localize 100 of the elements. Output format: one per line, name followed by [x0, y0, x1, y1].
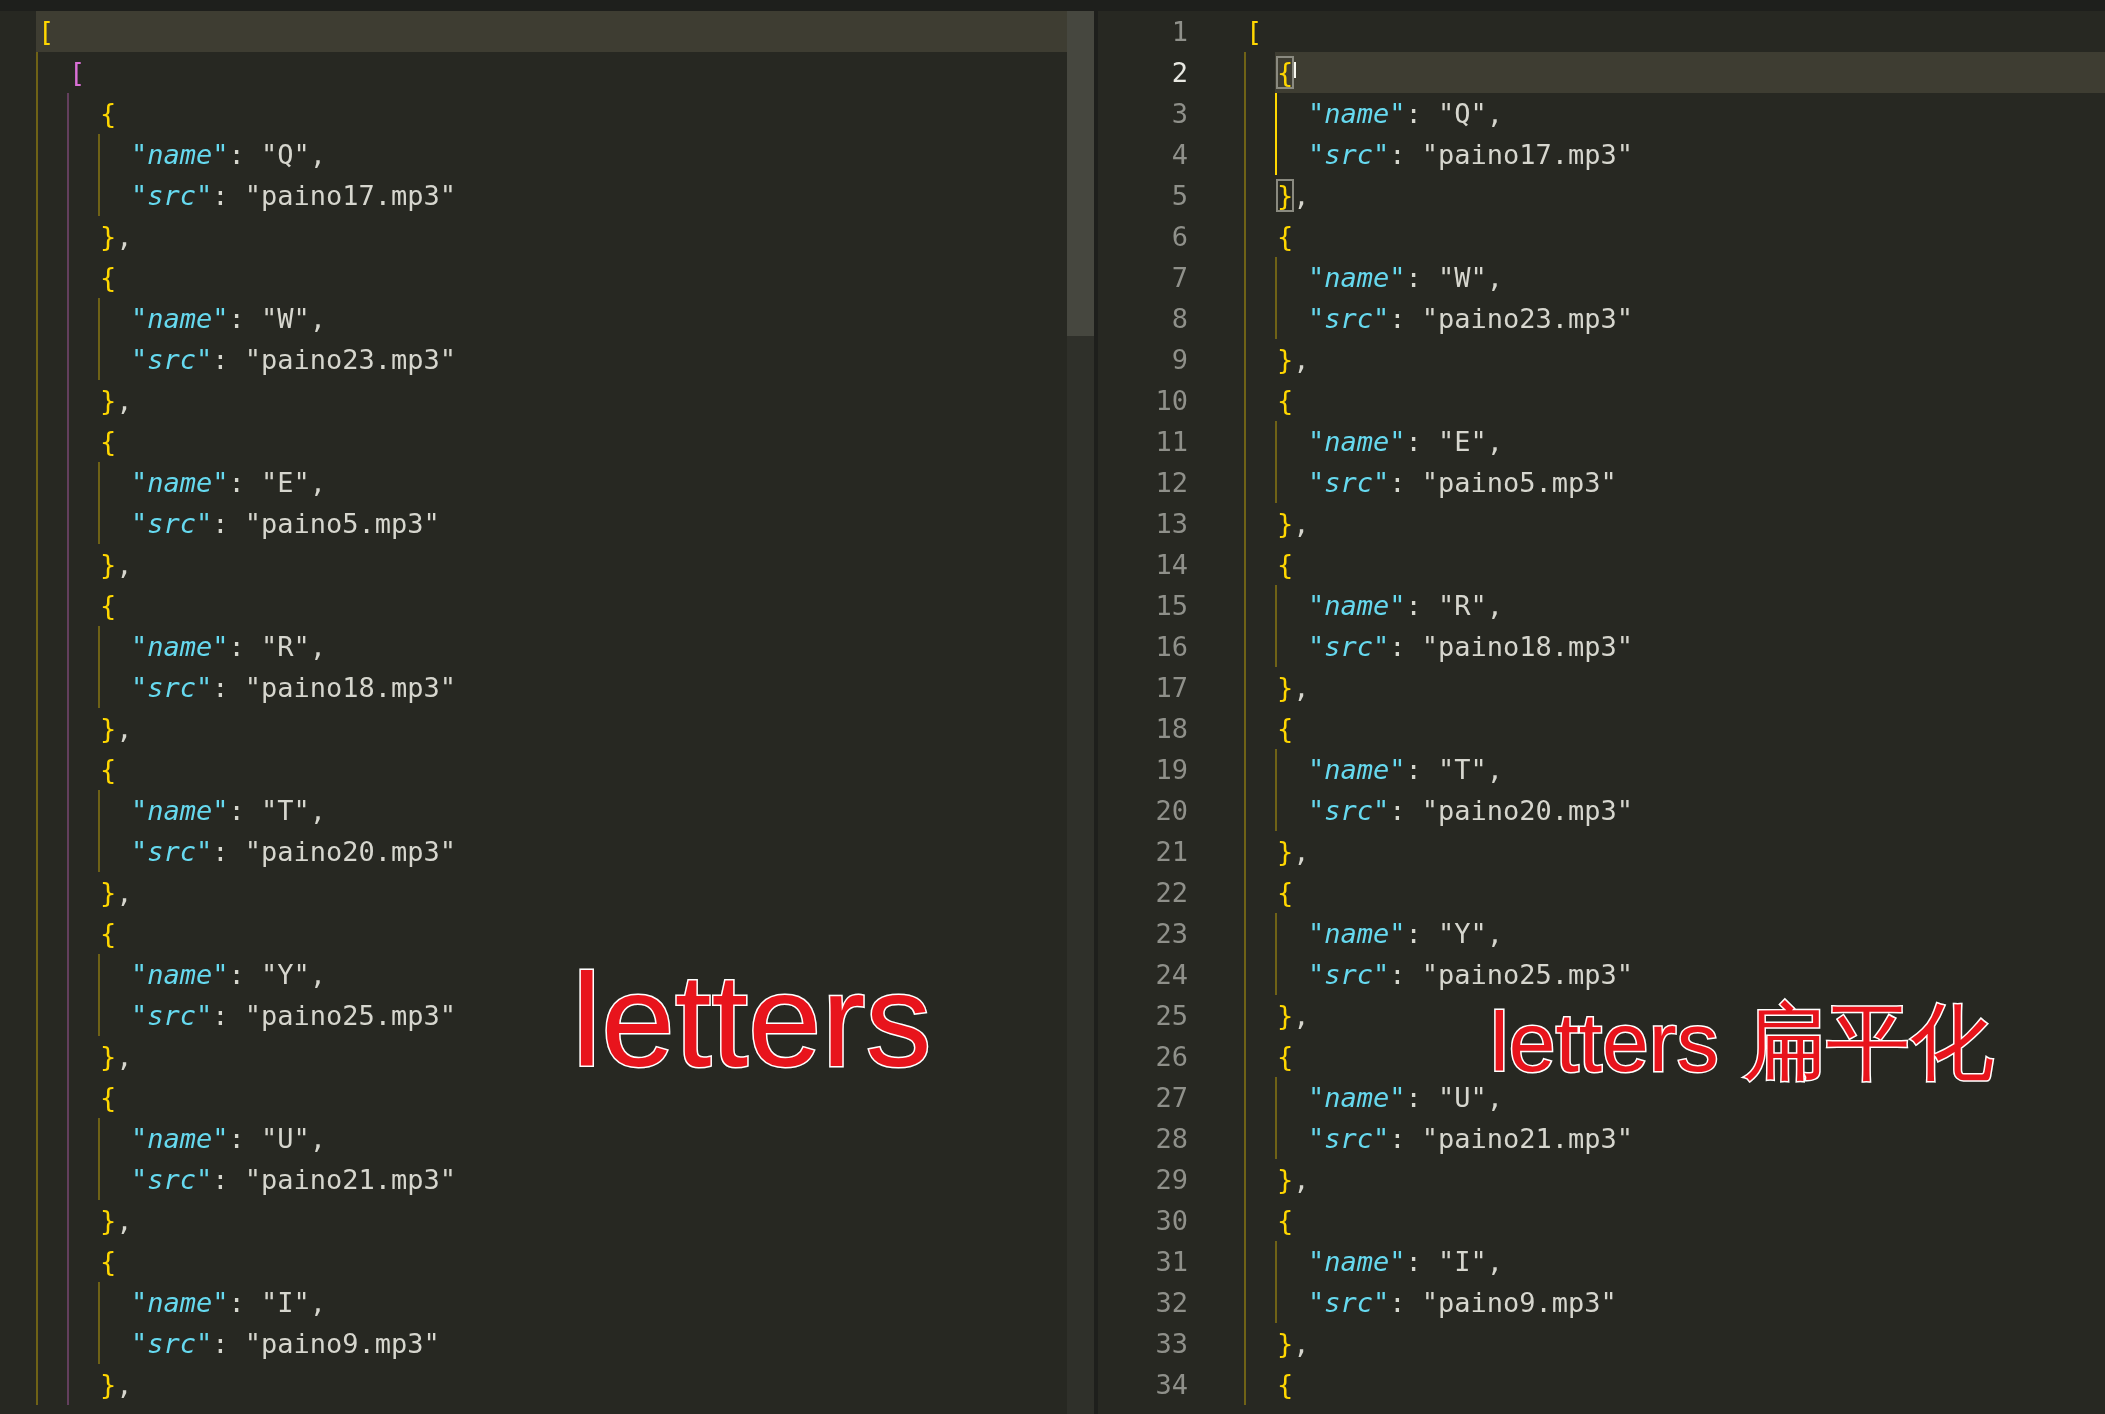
line-number: 27: [1154, 1081, 1188, 1115]
code-line: "src": "paino18.mp3": [1307, 630, 1634, 664]
code-line: },: [99, 1204, 133, 1238]
line-number: 6: [1170, 220, 1188, 254]
code-line: "src": "paino17.mp3": [130, 179, 457, 213]
line-number: 24: [1154, 958, 1188, 992]
line-number: 32: [1154, 1286, 1188, 1320]
code-line: },: [99, 1040, 133, 1074]
code-line: [: [68, 56, 86, 90]
scrollbar-thumb[interactable]: [1067, 11, 1094, 336]
code-line: },: [99, 384, 133, 418]
line-number: 5: [1170, 179, 1188, 213]
line-number: 26: [1154, 1040, 1188, 1074]
line-number: 22: [1154, 876, 1188, 910]
line-number: 11: [1154, 425, 1188, 459]
line-number: 8: [1170, 302, 1188, 336]
code-line: "name": "E",: [130, 466, 327, 500]
line-number: 19: [1154, 753, 1188, 787]
line-number: 23: [1154, 917, 1188, 951]
code-line: {: [1276, 384, 1294, 418]
line-number: 33: [1154, 1327, 1188, 1361]
code-line: {: [1276, 220, 1294, 254]
line-number: 13: [1154, 507, 1188, 541]
line-number: 15: [1154, 589, 1188, 623]
code-line: "src": "paino21.mp3": [130, 1163, 457, 1197]
line-number: 34: [1154, 1368, 1188, 1402]
code-line: },: [1276, 1163, 1310, 1197]
line-number: 31: [1154, 1245, 1188, 1279]
code-line: "name": "Q",: [130, 138, 327, 172]
code-line: "src": "paino9.mp3": [1307, 1286, 1617, 1320]
code-line: },: [1276, 1327, 1310, 1361]
code-line: "name": "Y",: [130, 958, 327, 992]
code-line: "src": "paino9.mp3": [130, 1327, 440, 1361]
line-number: 17: [1154, 671, 1188, 705]
code-line: "name": "R",: [1307, 589, 1504, 623]
code-line: "name": "U",: [130, 1122, 327, 1156]
line-number: 7: [1170, 261, 1188, 295]
code-line: "name": "U",: [1307, 1081, 1504, 1115]
code-line: {: [99, 425, 117, 459]
code-line: },: [99, 548, 133, 582]
code-line: {: [1276, 548, 1294, 582]
code-line: "src": "paino25.mp3": [1307, 958, 1634, 992]
code-line: {: [1276, 712, 1294, 746]
code-line: },: [99, 220, 133, 254]
code-line: {: [99, 1081, 117, 1115]
code-line: "name": "T",: [130, 794, 327, 828]
line-number: 25: [1154, 999, 1188, 1033]
line-number: 2: [1170, 56, 1188, 90]
code-line: "name": "T",: [1307, 753, 1504, 787]
code-line: "name": "E",: [1307, 425, 1504, 459]
code-line: "name": "Q",: [1307, 97, 1504, 131]
code-line: },: [99, 712, 133, 746]
code-line: {: [99, 97, 117, 131]
code-line: "src": "paino17.mp3": [1307, 138, 1634, 172]
annotation-text: letters: [572, 955, 932, 1087]
code-line: },: [99, 876, 133, 910]
line-number: 3: [1170, 97, 1188, 131]
code-line: {: [99, 1245, 117, 1279]
code-line: "src": "paino23.mp3": [1307, 302, 1634, 336]
code-line: "name": "R",: [130, 630, 327, 664]
code-line: "src": "paino23.mp3": [130, 343, 457, 377]
code-line: "src": "paino5.mp3": [1307, 466, 1617, 500]
line-number: 10: [1154, 384, 1188, 418]
code-line: },: [1276, 671, 1310, 705]
code-line: },: [1276, 343, 1310, 377]
line-number: 16: [1154, 630, 1188, 664]
code-line: },: [1276, 507, 1310, 541]
line-number: 4: [1170, 138, 1188, 172]
code-line: [: [1245, 15, 1263, 49]
line-number: 18: [1154, 712, 1188, 746]
code-line: },: [1276, 835, 1310, 869]
line-number: 14: [1154, 548, 1188, 582]
code-line: "src": "paino5.mp3": [130, 507, 440, 541]
line-number: 20: [1154, 794, 1188, 828]
code-line: {: [1276, 1368, 1294, 1402]
code-line: "src": "paino25.mp3": [130, 999, 457, 1033]
line-number: 12: [1154, 466, 1188, 500]
code-line: "name": "I",: [1307, 1245, 1504, 1279]
code-line: "name": "W",: [1307, 261, 1504, 295]
annotation-text: letters 扁平化: [1490, 1000, 1995, 1084]
line-number: 9: [1170, 343, 1188, 377]
line-number: 29: [1154, 1163, 1188, 1197]
code-line: "src": "paino21.mp3": [1307, 1122, 1634, 1156]
code-line: {: [99, 261, 117, 295]
code-line: {: [1276, 1204, 1294, 1238]
code-line: {: [99, 589, 117, 623]
line-number: 1: [1170, 15, 1188, 49]
code-line: "src": "paino18.mp3": [130, 671, 457, 705]
line-number: 30: [1154, 1204, 1188, 1238]
code-line: "name": "Y",: [1307, 917, 1504, 951]
code-line: },: [1276, 999, 1310, 1033]
code-line: {: [99, 753, 117, 787]
code-line: },: [99, 1368, 133, 1402]
line-number: 28: [1154, 1122, 1188, 1156]
code-line: "src": "paino20.mp3": [130, 835, 457, 869]
code-line: {: [99, 917, 117, 951]
code-line: "name": "I",: [130, 1286, 327, 1320]
code-line: "src": "paino20.mp3": [1307, 794, 1634, 828]
code-line: "name": "W",: [130, 302, 327, 336]
code-line: },: [1276, 179, 1310, 213]
